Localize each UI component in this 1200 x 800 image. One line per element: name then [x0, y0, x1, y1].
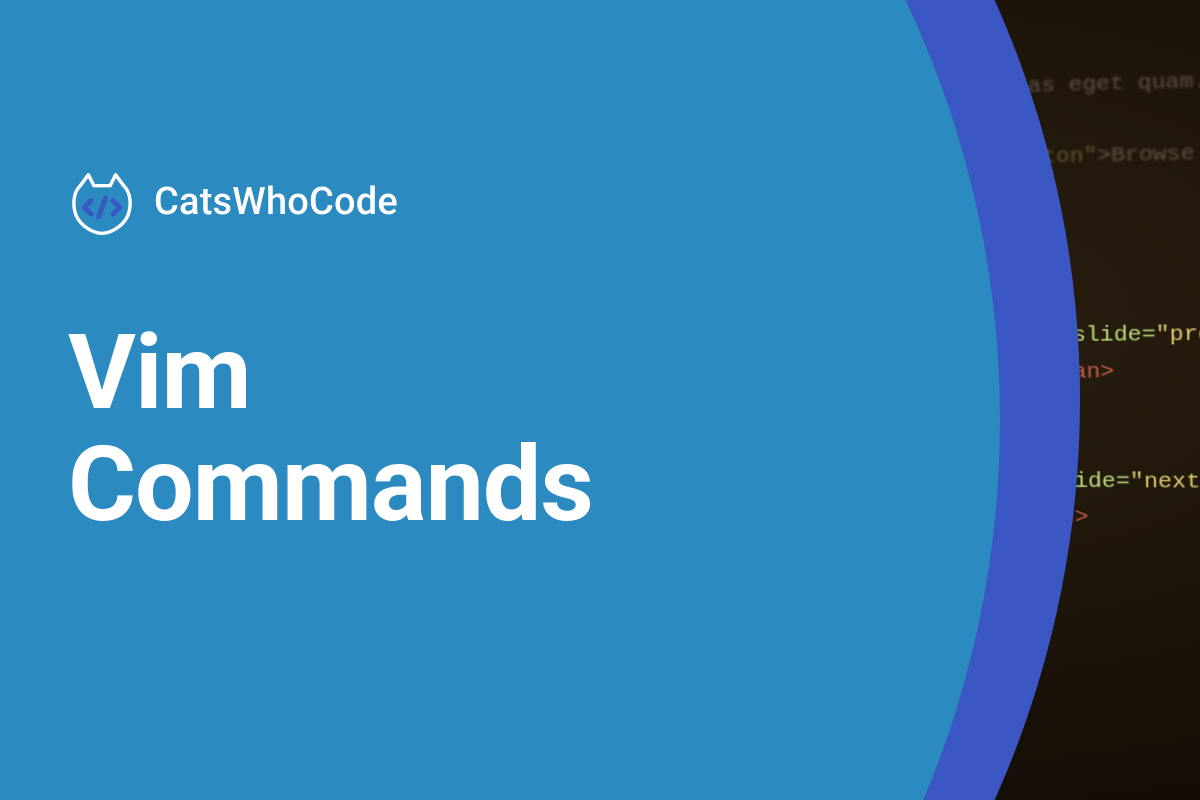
brand-name: CatsWhoCode	[154, 180, 398, 224]
title-line-1: Vim	[68, 313, 251, 434]
title-line-2: Commands	[68, 425, 593, 546]
cat-code-logo-icon	[68, 168, 136, 236]
page-title: Vim Commands	[68, 318, 593, 543]
hero-banner: <div class="container"> image/gif;base64…	[0, 0, 1200, 800]
brand-row: CatsWhoCode	[68, 168, 398, 236]
